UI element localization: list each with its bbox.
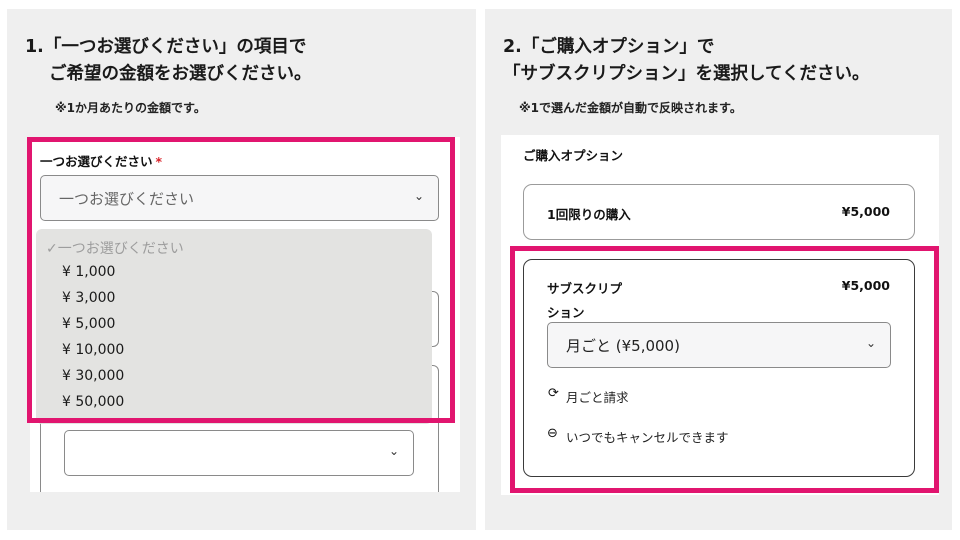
- check-icon: ✓: [46, 241, 58, 257]
- dropdown-option-placeholder[interactable]: ✓一つお選びください: [46, 238, 184, 258]
- chevron-down-icon: ⌄: [388, 444, 399, 458]
- amount-dropdown-list: ✓一つお選びください ¥ 1,000 ¥ 3,000 ¥ 5,000 ¥ 10,…: [36, 229, 432, 424]
- dropdown-option[interactable]: ¥ 5,000: [62, 316, 115, 332]
- left-instruction-panel: 1.「一つお選びください」の項目で ご希望の金額をお選びください。 ※1か月あた…: [7, 9, 476, 530]
- one-time-price: ¥5,000: [841, 204, 890, 219]
- left-heading-line1: 1.「一つお選びください」の項目で: [25, 37, 307, 57]
- subscription-label-line2: ション: [547, 305, 585, 320]
- refresh-icon: ⟳: [548, 386, 559, 401]
- right-heading-line2: 「サブスクリプション」を選択してください。: [503, 64, 870, 84]
- left-note: ※1か月あたりの金額です。: [55, 101, 206, 115]
- purchase-options-label: ご購入オプション: [523, 148, 624, 163]
- amount-select[interactable]: 一つお選びください ⌄: [40, 175, 439, 221]
- cancel-anytime-text: いつでもキャンセルできます: [566, 430, 729, 445]
- frequency-select[interactable]: 月ごと (¥5,000) ⌄: [547, 322, 891, 368]
- billing-text: 月ごと請求: [566, 390, 629, 405]
- dropdown-option[interactable]: ¥ 50,000: [62, 394, 124, 410]
- right-form-screenshot: ご購入オプション 1回限りの購入 ¥5,000 サブスクリプ ション ¥5,00…: [501, 135, 939, 495]
- subscription-price: ¥5,000: [841, 278, 890, 293]
- right-instruction-panel: 2.「ご購入オプション」で 「サブスクリプション」を選択してください。 ※1で選…: [485, 9, 952, 530]
- left-heading-line2: ご希望の金額をお選びください。: [49, 64, 312, 84]
- frequency-value: 月ごと (¥5,000): [566, 337, 680, 355]
- subscription-label-line1: サブスクリプ: [547, 281, 623, 296]
- minus-circle-icon: ⊖: [547, 426, 558, 441]
- field-label: 一つお選びください *: [40, 154, 163, 169]
- chevron-down-icon: ⌄: [865, 336, 876, 350]
- select-placeholder: 一つお選びください: [59, 190, 195, 208]
- right-note: ※1で選んだ金額が自動で反映されます。: [519, 101, 742, 115]
- dropdown-option[interactable]: ¥ 1,000: [62, 264, 115, 280]
- left-form-screenshot: 一つお選びください * 一つお選びください ⌄ ⌄ ✓一つお選びください ¥ 1,…: [30, 137, 460, 492]
- one-time-purchase-card[interactable]: 1回限りの購入 ¥5,000: [523, 184, 915, 240]
- required-mark: *: [155, 154, 163, 169]
- dropdown-option[interactable]: ¥ 30,000: [62, 368, 124, 384]
- chevron-down-icon: ⌄: [413, 189, 424, 203]
- dropdown-option[interactable]: ¥ 10,000: [62, 342, 124, 358]
- one-time-label: 1回限りの購入: [547, 207, 631, 222]
- right-heading-line1: 2.「ご購入オプション」で: [503, 37, 715, 57]
- dropdown-option[interactable]: ¥ 3,000: [62, 290, 115, 306]
- background-select: ⌄: [64, 430, 414, 476]
- subscription-card[interactable]: サブスクリプ ション ¥5,000 月ごと (¥5,000) ⌄ ⟳ 月ごと請求…: [523, 259, 915, 477]
